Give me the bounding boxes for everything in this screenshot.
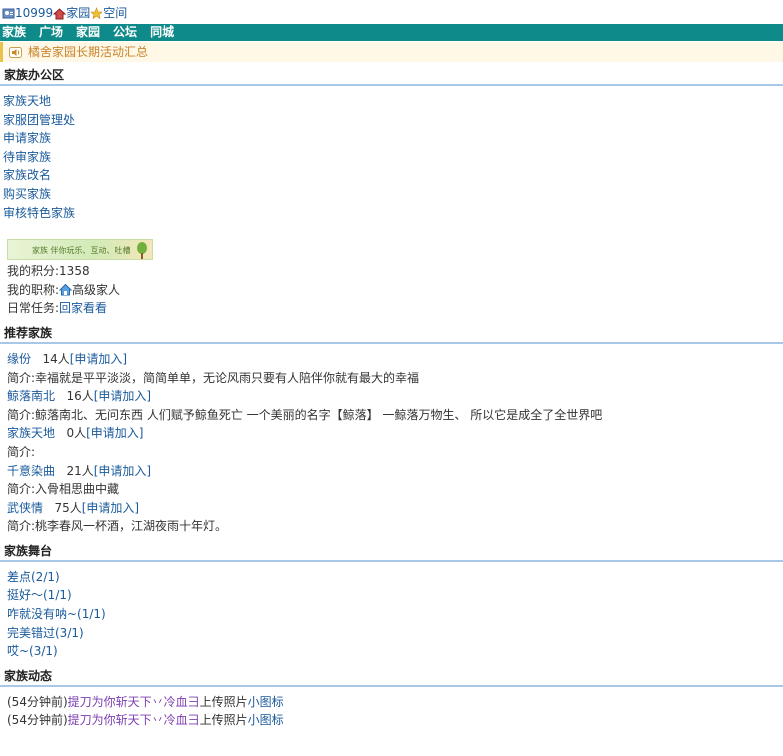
news-item: (54分钟前)提刀为你斩天下丷冷血彐上传照片小图标 [7,711,776,730]
recommend-section: 缘份 14人[申请加入] 简介:幸福就是平平淡淡，简简单单，无论风雨只要有人陪伴… [0,344,783,536]
main-nav: 家族 广场 家园 公坛 同城 [0,24,783,41]
nav-item-home[interactable]: 家园 [76,24,100,41]
office-link-pending-family[interactable]: 待审家族 [3,150,51,164]
stage-item-link[interactable]: 完美错过(3/1) [7,626,84,640]
family-count: 0人 [66,426,87,441]
stage-item-link[interactable]: 哎~(3/1) [7,644,58,658]
user-id-link[interactable]: 10999 [15,4,53,23]
office-section: 家族天地 家服团管理处 申请家族 待审家族 家族改名 购买家族 审核特色家族 家… [0,86,783,318]
family-row: 武侠情 75人[申请加入] [7,499,776,518]
join-family-link[interactable]: [申请加入] [94,464,151,478]
news-action: 上传照片 [199,713,248,728]
news-time: (54分钟前) [7,694,68,709]
news-time: (54分钟前) [7,713,68,728]
user-card-icon [2,8,15,18]
office-link-buy-family[interactable]: 购买家族 [3,187,51,201]
nav-item-family[interactable]: 家族 [2,24,26,41]
office-link-service-team[interactable]: 家服团管理处 [3,113,75,127]
family-count: 75人 [54,500,82,515]
join-family-link[interactable]: [申请加入] [94,389,151,403]
score-value: 1358 [59,264,90,279]
rank-value: 高级家人 [72,282,121,297]
news-target-link[interactable]: 小图标 [248,713,284,727]
banner-text: 家族 伴你玩乐、互动、吐槽 [32,246,131,256]
family-intro: 简介: [7,444,36,459]
family-count: 14人 [42,351,70,366]
star-icon [90,6,104,19]
join-family-link[interactable]: [申请加入] [86,426,143,440]
family-row: 缘份 14人[申请加入] [7,350,776,369]
office-link-rename-family[interactable]: 家族改名 [3,168,51,182]
notice-link[interactable]: 橘舍家园长期活动汇总 [28,43,148,62]
top-bar: 10999 家园 空间 [0,0,783,24]
family-row: 千意染曲 21人[申请加入] [7,462,776,481]
news-user-link[interactable]: 提刀为你斩天下丷冷血彐 [68,695,200,709]
stage-item-link[interactable]: 差点(2/1) [7,570,60,584]
family-intro: 简介:幸福就是平平淡淡，简简单单，无论风雨只要有人陪伴你就有最大的幸福 [7,370,420,385]
stage-section: 差点(2/1) 挺好～(1/1) 咋就没有呐~(1/1) 完美错过(3/1) 哎… [0,562,783,661]
family-name-link[interactable]: 鲸落南北 [7,389,55,403]
family-row: 家族天地 0人[申请加入] [7,424,776,443]
news-action: 上传照片 [199,694,248,709]
family-count: 16人 [66,389,94,404]
family-count: 21人 [66,463,94,478]
family-intro: 简介:桃李春风一杯酒，江湖夜雨十年灯。 [7,519,228,534]
home-link[interactable]: 家园 [66,4,90,23]
news-section-title: 家族动态 [0,667,783,687]
recommend-section-title: 推荐家族 [0,324,783,344]
rank-label: 我的职称: [7,282,60,297]
stage-section-title: 家族舞台 [0,542,783,562]
space-link[interactable]: 空间 [103,4,127,23]
stage-item-link[interactable]: 咋就没有呐~(1/1) [7,607,106,621]
nav-item-city[interactable]: 同城 [150,24,174,41]
family-banner[interactable]: 家族 伴你玩乐、互动、吐槽 [7,239,153,261]
office-link-apply-family[interactable]: 申请家族 [3,131,51,145]
news-section: (54分钟前)提刀为你斩天下丷冷血彐上传照片小图标 (54分钟前)提刀为你斩天下… [0,687,783,730]
family-name-link[interactable]: 家族天地 [7,426,55,440]
score-label: 我的积分: [7,264,60,279]
family-name-link[interactable]: 千意染曲 [7,464,55,478]
family-name-link[interactable]: 缘份 [7,352,31,366]
task-link[interactable]: 回家看看 [59,301,107,315]
join-family-link[interactable]: [申请加入] [70,352,127,366]
news-target-link[interactable]: 小图标 [248,695,284,709]
news-user-link[interactable]: 提刀为你斩天下丷冷血彐 [68,713,200,727]
office-section-title: 家族办公区 [0,66,783,86]
family-intro: 简介:鲸落南北、无问东西 人们赋予鲸鱼死亡 一个美丽的名字【鲸落】 一鲸落万物生… [7,407,603,422]
office-link-family-world[interactable]: 家族天地 [3,94,51,108]
family-name-link[interactable]: 武侠情 [7,501,43,515]
news-item: (54分钟前)提刀为你斩天下丷冷血彐上传照片小图标 [7,693,776,712]
family-row: 鲸落南北 16人[申请加入] [7,387,776,406]
join-family-link[interactable]: [申请加入] [82,501,139,515]
nav-item-forum[interactable]: 公坛 [113,24,137,41]
family-intro: 简介:入骨相思曲中藏 [7,482,120,497]
notice-bar: 橘舍家园长期活动汇总 [0,42,783,62]
home-icon [53,7,67,19]
speaker-icon [9,46,22,58]
stage-item-link[interactable]: 挺好～(1/1) [7,588,72,602]
nav-item-square[interactable]: 广场 [39,24,63,41]
office-link-review-special[interactable]: 审核特色家族 [3,206,75,220]
house-rank-icon [58,283,73,296]
tree-icon [137,242,147,260]
task-label: 日常任务: [7,301,60,316]
